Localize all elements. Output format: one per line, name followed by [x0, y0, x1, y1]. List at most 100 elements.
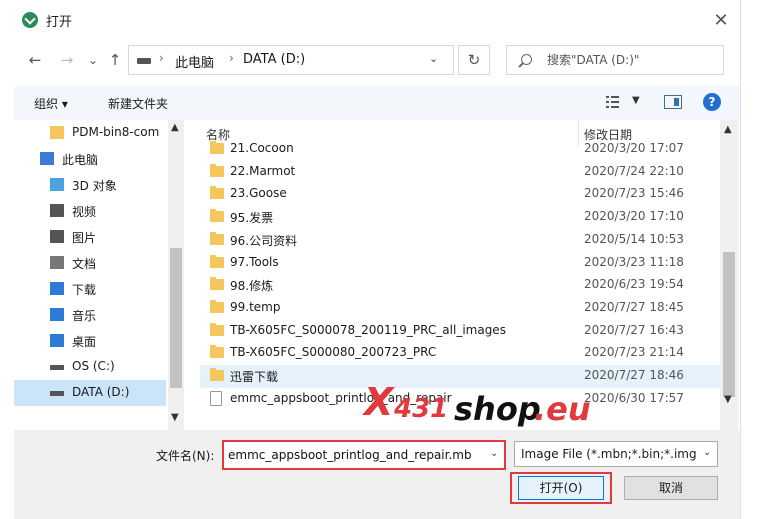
breadcrumb-separator[interactable]: › — [229, 51, 234, 65]
sidebar-item[interactable]: PDM-bin8-com — [14, 120, 166, 146]
drive-d-icon — [50, 391, 64, 396]
forward-button[interactable]: → — [56, 48, 78, 72]
file-row[interactable]: 96.公司资料 2020/5/14 10:53 — [200, 229, 720, 252]
folder-icon — [210, 368, 224, 381]
filename-input[interactable] — [228, 446, 482, 464]
folder-icon — [210, 209, 224, 223]
file-date: 2020/6/23 19:54 — [584, 277, 684, 292]
chevron-down-icon[interactable]: ⌄ — [703, 447, 711, 458]
sidebar-item-label: OS (C:) — [72, 359, 115, 373]
sidebar-item[interactable]: 此电脑 — [14, 146, 166, 172]
drive-icon — [137, 58, 151, 64]
cancel-button[interactable]: 取消 — [624, 476, 718, 500]
chevron-down-icon[interactable]: ▼ — [632, 95, 640, 106]
file-date: 2020/7/27 16:43 — [584, 322, 684, 337]
file-type-value: Image File (*.mbn;*.bin;*.img — [521, 447, 697, 461]
folder-icon — [210, 141, 224, 154]
computer-icon — [40, 152, 54, 165]
filename-label: 文件名(N): — [156, 449, 215, 463]
search-box[interactable] — [506, 45, 724, 75]
file-date: 2020/7/23 15:46 — [584, 186, 684, 201]
breadcrumb-this-pc[interactable]: 此电脑 — [175, 52, 214, 71]
navigation-scrollbar[interactable]: ▲ ▼ — [168, 120, 184, 430]
scrollbar-thumb[interactable] — [170, 248, 182, 388]
file-name: 96.公司资料 — [230, 233, 298, 248]
file-row[interactable]: 21.Cocoon 2020/3/20 17:07 — [200, 138, 720, 161]
watermark-eu: .eu — [534, 390, 591, 428]
sidebar-item[interactable]: 3D 对象 — [14, 172, 166, 198]
breadcrumb-separator[interactable]: › — [159, 51, 164, 65]
3d-objects-icon — [50, 178, 64, 191]
sidebar-item-label: 音乐 — [72, 309, 97, 323]
sidebar-item[interactable]: 下载 — [14, 276, 166, 302]
scroll-up-arrow-icon[interactable]: ▲ — [171, 122, 179, 133]
sidebar-item-label: 视频 — [72, 205, 97, 219]
background-window-strip — [740, 0, 766, 519]
chevron-down-icon[interactable]: ⌄ — [490, 448, 498, 459]
sidebar-item-label: PDM-bin8-com — [72, 125, 160, 139]
address-bar[interactable]: › 此电脑 › DATA (D:) ⌄ — [128, 45, 454, 75]
search-input[interactable] — [547, 50, 717, 70]
sidebar-item-label: 此电脑 — [62, 153, 99, 167]
scroll-down-arrow-icon[interactable]: ▼ — [171, 412, 179, 423]
sidebar-item-label: 3D 对象 — [72, 179, 117, 193]
sidebar-item[interactable]: OS (C:) — [14, 354, 166, 380]
file-name: 98.修炼 — [230, 279, 274, 294]
preview-pane-icon[interactable] — [664, 95, 682, 109]
chevron-down-icon[interactable]: ⌄ — [429, 52, 438, 65]
file-row[interactable]: TB-X605FC_S000078_200119_PRC_all_images 2… — [200, 320, 720, 343]
sidebar-item[interactable]: 桌面 — [14, 328, 166, 354]
back-button[interactable]: ← — [24, 48, 46, 72]
organize-button[interactable]: 组织 ▾ — [34, 95, 68, 112]
breadcrumb-data-drive[interactable]: DATA (D:) — [243, 52, 305, 67]
file-name: 23.Goose — [230, 186, 287, 201]
folder-icon — [210, 277, 224, 291]
file-row[interactable]: 97.Tools 2020/3/23 11:18 — [200, 252, 720, 275]
scrollbar-thumb[interactable] — [723, 252, 735, 397]
file-row[interactable]: 99.temp 2020/7/27 18:45 — [200, 297, 720, 320]
sidebar-item[interactable]: 文档 — [14, 250, 166, 276]
open-button[interactable]: 打开(O) — [518, 476, 604, 500]
title-bar: 打开 ✕ — [0, 0, 740, 40]
sidebar-item-label: 桌面 — [72, 335, 97, 349]
sidebar-item-label: 下载 — [72, 283, 97, 297]
recent-locations-button[interactable]: ⌄ — [82, 48, 104, 72]
scroll-down-arrow-icon[interactable]: ▼ — [724, 394, 732, 405]
folder-icon — [210, 299, 224, 313]
file-row[interactable]: 95.发票 2020/3/20 17:10 — [200, 206, 720, 229]
open-dialog-icon — [22, 12, 38, 28]
sort-up-icon: ^ — [384, 120, 393, 127]
close-button[interactable]: ✕ — [708, 8, 734, 34]
file-name: 95.发票 — [230, 211, 274, 226]
file-list-scrollbar[interactable]: ▲ ▼ — [720, 120, 738, 430]
video-icon — [50, 204, 64, 217]
file-date: 2020/3/20 17:10 — [584, 209, 684, 224]
help-icon[interactable]: ? — [703, 93, 721, 111]
music-icon — [50, 308, 64, 321]
file-row[interactable]: 23.Goose 2020/7/23 15:46 — [200, 183, 720, 206]
sidebar-item[interactable]: 图片 — [14, 224, 166, 250]
sidebar-item[interactable]: DATA (D:) — [14, 380, 166, 406]
sidebar-item[interactable]: 音乐 — [14, 302, 166, 328]
file-type-select[interactable]: Image File (*.mbn;*.bin;*.img ⌄ — [514, 441, 718, 467]
file-name: TB-X605FC_S000078_200119_PRC_all_images — [230, 322, 506, 337]
view-options-icon[interactable] — [606, 96, 624, 108]
sidebar-item-label: DATA (D:) — [72, 385, 130, 399]
filename-field[interactable]: ⌄ — [222, 440, 506, 470]
file-name: 21.Cocoon — [230, 141, 294, 155]
file-date: 2020/7/27 18:45 — [584, 299, 684, 314]
up-button[interactable]: ↑ — [104, 48, 126, 72]
watermark-logo: X 431 shop .eu — [364, 380, 604, 428]
sidebar-item-label: 文档 — [72, 257, 97, 271]
file-row[interactable]: TB-X605FC_S000080_200723_PRC 2020/7/23 21… — [200, 342, 720, 365]
file-row[interactable]: 22.Marmot 2020/7/24 22:10 — [200, 161, 720, 184]
search-icon — [521, 54, 532, 65]
file-date: 2020/7/23 21:14 — [584, 345, 684, 360]
refresh-button[interactable]: ↻ — [458, 45, 490, 75]
folder-icon — [210, 254, 224, 268]
sidebar-item[interactable]: 视频 — [14, 198, 166, 224]
scroll-up-arrow-icon[interactable]: ▲ — [724, 124, 732, 135]
file-row[interactable]: 98.修炼 2020/6/23 19:54 — [200, 274, 720, 297]
watermark-431: 431 — [394, 394, 449, 424]
new-folder-button[interactable]: 新建文件夹 — [108, 95, 168, 112]
